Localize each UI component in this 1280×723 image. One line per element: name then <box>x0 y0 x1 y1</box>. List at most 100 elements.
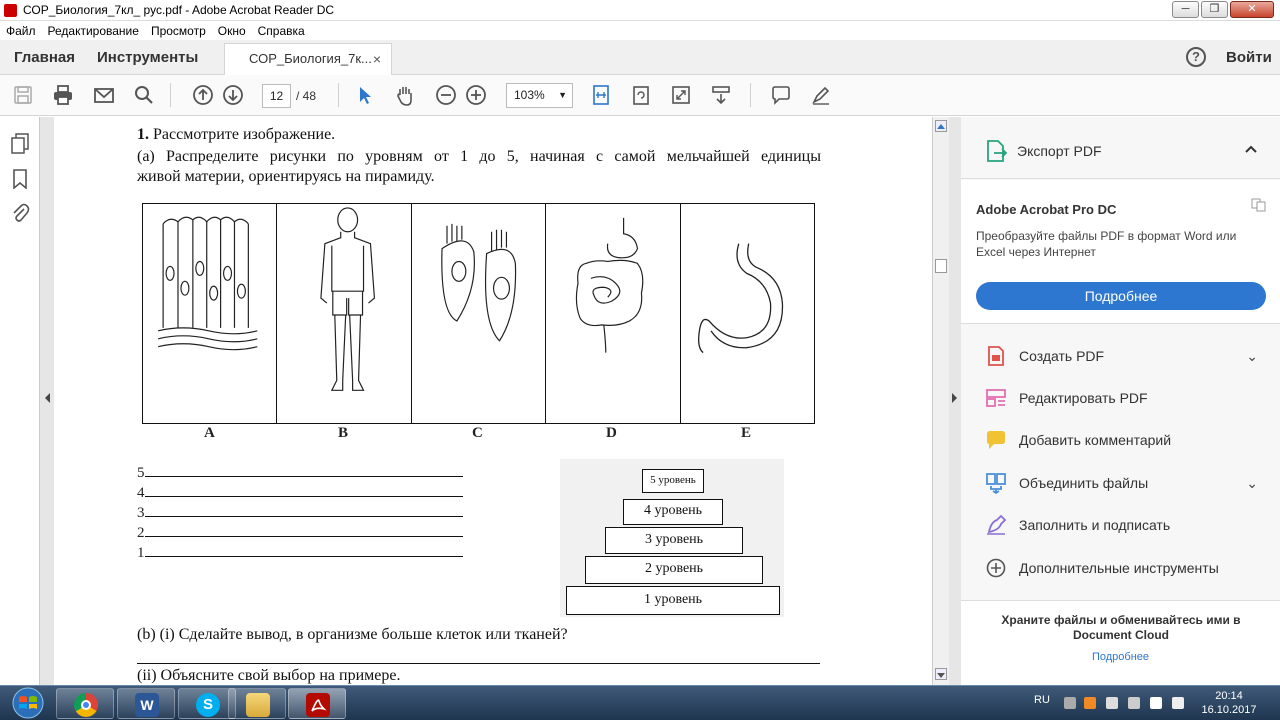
chrome-icon <box>74 693 98 717</box>
title-bar: СОР_Биология_7кл_ рус.pdf - Adobe Acroba… <box>0 0 1280 21</box>
email-icon[interactable] <box>93 84 115 106</box>
close-button[interactable]: ✕ <box>1230 1 1274 18</box>
question-number: 1. <box>137 126 149 143</box>
system-clock[interactable]: 20:14 16.10.2017 <box>1196 689 1262 717</box>
scroll-up-icon[interactable] <box>935 120 947 132</box>
answer-line: 5 <box>137 463 463 482</box>
fill-sign-icon <box>987 514 1007 535</box>
highlight-tool-icon[interactable] <box>810 84 832 106</box>
pyramid-level-5: 5 уровень <box>642 469 704 493</box>
toolbar <box>0 75 1280 116</box>
pyramid-level-2: 2 уровень <box>585 556 763 584</box>
tool-label: Дополнительные инструменты <box>1019 560 1219 576</box>
image-e-stomach <box>681 204 814 423</box>
question-heading: 1. Рассмотрите изображение. <box>137 126 335 144</box>
tab-home[interactable]: Главная <box>14 40 75 75</box>
taskbar-chrome[interactable] <box>56 688 114 719</box>
zoom-select[interactable]: 103% ▼ <box>506 83 573 108</box>
question-a-line1: (a) Распределите рисунки по уровням от 1… <box>137 148 821 165</box>
promo-title: Adobe Acrobat Pro DC <box>976 202 1117 217</box>
vertical-scrollbar[interactable] <box>932 117 949 685</box>
page-number-input[interactable]: 12 <box>262 84 291 108</box>
scroll-down-icon[interactable] <box>935 668 947 680</box>
tool-fill-sign[interactable]: Заполнить и подписать <box>961 504 1280 546</box>
bookmarks-icon[interactable] <box>12 169 28 190</box>
fit-page-icon[interactable] <box>590 84 612 106</box>
answer-line: 3 <box>137 503 463 522</box>
tray-app-icon[interactable] <box>1084 697 1096 709</box>
tray-expand-icon[interactable] <box>1064 697 1076 709</box>
menu-view[interactable]: Просмотр <box>151 24 206 38</box>
taskbar-explorer[interactable] <box>228 688 286 719</box>
full-screen-icon[interactable] <box>670 84 692 106</box>
login-button[interactable]: Войти <box>1226 40 1272 75</box>
network-icon[interactable] <box>1150 697 1162 709</box>
save-icon[interactable] <box>12 84 34 106</box>
tab-tools[interactable]: Инструменты <box>97 40 198 75</box>
chevron-down-icon[interactable]: ⌄ <box>1246 475 1258 492</box>
start-button[interactable] <box>8 687 48 720</box>
search-icon[interactable] <box>133 84 155 106</box>
volume-icon[interactable] <box>1172 697 1184 709</box>
close-tab-icon[interactable]: × <box>373 44 381 74</box>
tab-document[interactable]: СОР_Биология_7к... × <box>224 43 392 75</box>
acrobat-app-icon <box>4 3 17 17</box>
export-pdf-header[interactable]: Экспорт PDF <box>961 117 1280 179</box>
chevron-down-icon[interactable]: ⌄ <box>1246 348 1258 365</box>
scroll-thumb[interactable] <box>935 259 947 273</box>
left-panel-toggle[interactable] <box>40 117 54 685</box>
hand-tool-icon[interactable] <box>394 84 416 106</box>
pyramid-level-1: 1 уровень <box>566 586 780 615</box>
cloud-learn-more-link[interactable]: Подробнее <box>961 651 1280 663</box>
export-pdf-label: Экспорт PDF <box>1017 143 1102 159</box>
keyboard-language[interactable]: RU <box>1034 694 1050 706</box>
scroll-mode-icon[interactable] <box>710 84 732 106</box>
minimize-button[interactable]: ─ <box>1172 1 1199 18</box>
menu-bar: Файл Редактирование Просмотр Окно Справк… <box>0 21 1280 40</box>
comment-tool-icon[interactable] <box>770 84 792 106</box>
tool-create-pdf[interactable]: Создать PDF ⌄ <box>961 335 1280 377</box>
export-pdf-icon <box>987 140 1007 162</box>
edit-pdf-icon <box>986 389 1006 407</box>
attachments-icon[interactable] <box>10 203 30 223</box>
tool-label: Объединить файлы <box>1019 475 1149 491</box>
cloud-text: Храните файлы и обменивайтесь ими в Docu… <box>1001 613 1241 642</box>
toolbar-separator <box>170 83 171 107</box>
zoom-in-icon[interactable] <box>465 84 487 106</box>
select-tool-icon[interactable] <box>354 84 376 106</box>
question-a-line2: живой материи, ориентируясь на пирамиду. <box>137 168 435 185</box>
next-page-icon[interactable] <box>222 84 244 106</box>
taskbar-word[interactable]: W <box>117 688 175 719</box>
display-icon[interactable] <box>1128 697 1140 709</box>
tool-edit-pdf[interactable]: Редактировать PDF <box>961 377 1280 419</box>
flag-icon[interactable] <box>1106 697 1118 709</box>
tool-more-tools[interactable]: Дополнительные инструменты <box>961 547 1280 589</box>
menu-edit[interactable]: Редактирование <box>48 24 139 38</box>
skype-icon: S <box>196 693 220 717</box>
taskbar-acrobat[interactable] <box>288 688 346 719</box>
menu-window[interactable]: Окно <box>218 24 246 38</box>
right-panel-toggle[interactable] <box>949 117 961 685</box>
window-controls: ─ ❐ ✕ <box>1172 1 1274 18</box>
taskbar: W S RU 20:14 16.10.2017 <box>0 685 1280 720</box>
print-icon[interactable] <box>52 84 74 106</box>
menu-help[interactable]: Справка <box>258 24 305 38</box>
menu-file[interactable]: Файл <box>6 24 36 38</box>
tool-combine-files[interactable]: Объединить файлы ⌄ <box>961 462 1280 504</box>
tool-add-comment[interactable]: Добавить комментарий <box>961 419 1280 461</box>
document-cloud-card: Храните файлы и обменивайтесь ими в Docu… <box>961 600 1280 685</box>
chevron-up-icon[interactable] <box>1245 145 1257 153</box>
learn-more-button[interactable]: Подробнее <box>976 282 1266 310</box>
help-icon[interactable]: ? <box>1186 47 1206 67</box>
rotate-view-icon[interactable] <box>630 84 652 106</box>
zoom-out-icon[interactable] <box>435 84 457 106</box>
tool-label: Добавить комментарий <box>1019 432 1172 448</box>
previous-page-icon[interactable] <box>192 84 214 106</box>
restore-button[interactable]: ❐ <box>1201 1 1228 18</box>
answer-line: 2 <box>137 523 463 542</box>
image-a-tissue <box>143 204 278 423</box>
answer-number: 1 <box>137 545 145 561</box>
levels-pyramid: 5 уровень 4 уровень 3 уровень 2 уровень … <box>560 459 784 617</box>
page-thumbnails-icon[interactable] <box>10 133 30 155</box>
image-label-d: D <box>606 425 617 441</box>
